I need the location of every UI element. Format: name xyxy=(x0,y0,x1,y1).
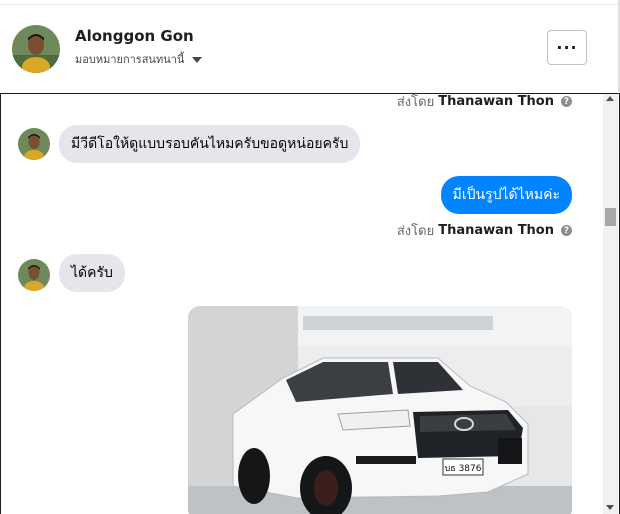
scrollbar[interactable] xyxy=(603,94,618,514)
truck-photo-attachment[interactable]: บธ 3876 xyxy=(188,306,572,514)
scroll-up-arrow-icon[interactable] xyxy=(606,96,614,101)
message-bubble-outgoing[interactable]: มีเป็นรูปได้ไหมค่ะ xyxy=(440,176,572,214)
contact-avatar-small xyxy=(18,259,50,291)
message-bubble-incoming[interactable]: มีวีดีโอให้ดูแบบรอบคันไหมครับขอดูหน่อยคร… xyxy=(59,125,361,163)
contact-avatar-small xyxy=(18,128,50,160)
sent-by-label: ส่งโดย Thanawan Thon ? xyxy=(396,94,572,112)
assign-conversation-dropdown[interactable]: มอบหมายการสนทนานี้ xyxy=(75,50,203,68)
assign-label: มอบหมายการสนทนานี้ xyxy=(75,53,185,66)
contact-name[interactable]: Alonggon Gon xyxy=(75,27,194,45)
scrollbar-thumb[interactable] xyxy=(605,208,616,226)
message-thread: ส่งโดย Thanawan Thon ? มีวีดีโอให้ดูแบบร… xyxy=(0,93,620,514)
conversation-header: Alonggon Gon มอบหมายการสนทนานี้ ··· xyxy=(0,5,618,93)
help-icon[interactable]: ? xyxy=(561,96,572,107)
scroll-down-arrow-icon[interactable] xyxy=(606,505,614,510)
sent-by-prefix: ส่งโดย xyxy=(396,224,435,239)
sent-by-prefix: ส่งโดย xyxy=(396,95,435,110)
caret-down-icon xyxy=(192,57,203,63)
sent-by-name: Thanawan Thon xyxy=(438,94,554,109)
help-icon[interactable]: ? xyxy=(561,225,572,236)
message-bubble-incoming[interactable]: ได้ครับ xyxy=(59,254,125,292)
more-options-button[interactable]: ··· xyxy=(547,30,587,65)
sent-by-name: Thanawan Thon xyxy=(438,223,554,238)
license-plate: บธ 3876 xyxy=(445,464,482,474)
contact-avatar[interactable] xyxy=(12,25,60,73)
sent-by-label: ส่งโดย Thanawan Thon ? xyxy=(397,220,572,241)
